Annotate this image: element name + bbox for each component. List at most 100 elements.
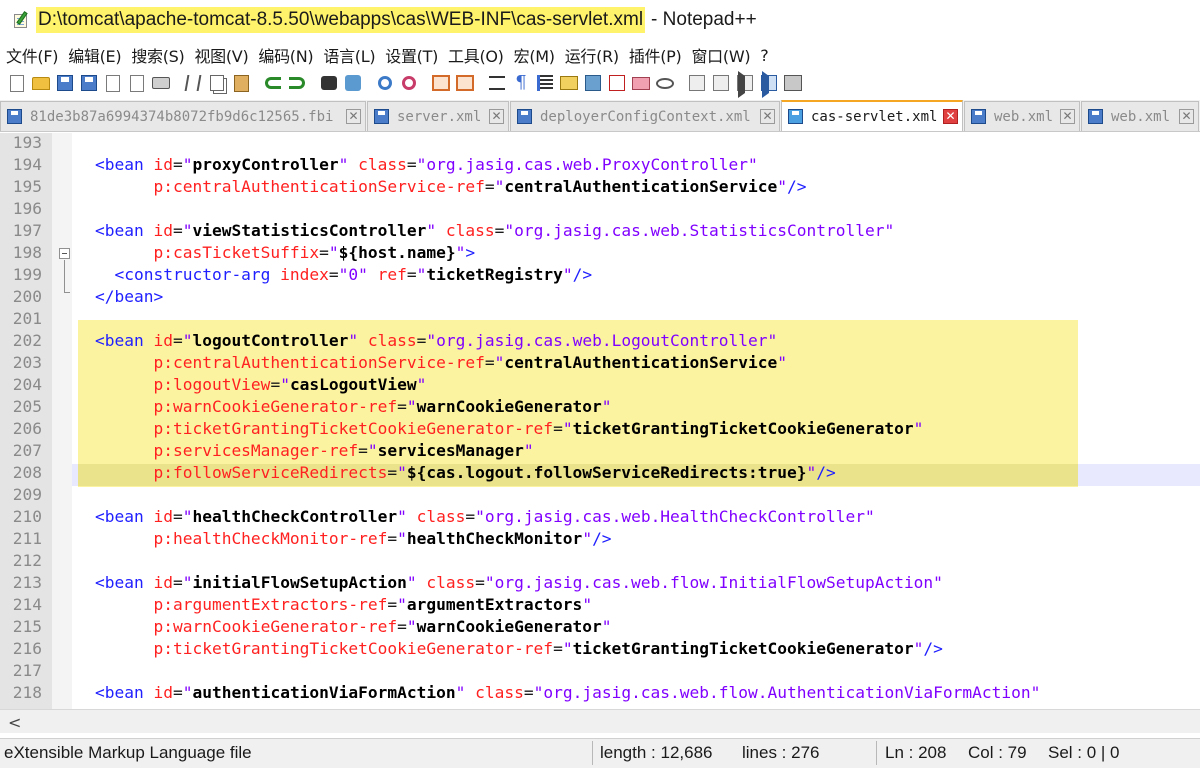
document-tab[interactable]: web.xml ✕ (964, 101, 1080, 131)
code-line[interactable]: 207 p:servicesManager-ref="servicesManag… (0, 440, 1200, 462)
stop-record-icon[interactable] (710, 72, 732, 94)
menu-item[interactable]: 宏(M) (509, 43, 560, 67)
menu-item[interactable]: 运行(R) (560, 43, 624, 67)
code-token: = (397, 617, 407, 636)
horizontal-scrollbar[interactable]: < (0, 709, 1200, 733)
zoom-in-icon[interactable] (374, 72, 396, 94)
close-all-icon[interactable] (126, 72, 148, 94)
copy-icon[interactable] (206, 72, 228, 94)
new-file-icon[interactable] (6, 72, 28, 94)
close-tab-icon[interactable]: ✕ (760, 109, 775, 124)
zoom-out-icon[interactable] (398, 72, 420, 94)
open-file-icon[interactable] (30, 72, 52, 94)
code-line[interactable]: 210 <bean id="healthCheckController" clas… (0, 506, 1200, 528)
code-token: class (358, 155, 407, 174)
redo-icon[interactable] (286, 72, 308, 94)
playback-icon[interactable] (734, 72, 756, 94)
code-line[interactable]: 204 p:logoutView="casLogoutView" (0, 374, 1200, 396)
code-line[interactable]: 209 (0, 484, 1200, 506)
undo-icon[interactable] (262, 72, 284, 94)
code-line[interactable]: 217 (0, 660, 1200, 682)
code-line[interactable]: 199 <constructor-arg index="0" ref="tick… (0, 264, 1200, 286)
save-all-icon[interactable] (78, 72, 100, 94)
line-number: 213 (12, 573, 42, 592)
close-tab-icon[interactable]: ✕ (489, 109, 504, 124)
code-line[interactable]: 196 (0, 198, 1200, 220)
menu-item[interactable]: 插件(P) (624, 43, 687, 67)
code-token: = (553, 419, 563, 438)
word-wrap-icon[interactable] (486, 72, 508, 94)
print-icon[interactable] (150, 72, 172, 94)
find-icon[interactable] (318, 72, 340, 94)
cut-icon[interactable] (182, 72, 204, 94)
record-macro-icon[interactable] (686, 72, 708, 94)
sync-vertical-icon[interactable] (430, 72, 452, 94)
code-editor[interactable]: 193 194 <bean id="proxyController" class="… (0, 133, 1200, 709)
code-line[interactable]: 213 <bean id="initialFlowSetupAction" cla… (0, 572, 1200, 594)
line-number: 204 (12, 375, 42, 394)
monitoring-icon[interactable] (654, 72, 676, 94)
replace-icon[interactable] (342, 72, 364, 94)
code-line[interactable]: 212 (0, 550, 1200, 572)
indent-guide-icon[interactable] (534, 72, 556, 94)
code-line[interactable]: 218 <bean id="authenticationViaFormAction… (0, 682, 1200, 704)
document-tab[interactable]: 81de3b87a6994374b8072fb9d6c12565.fbi ✕ (0, 101, 366, 131)
code-line[interactable]: 202 <bean id="logoutController" class="or… (0, 330, 1200, 352)
close-tab-icon[interactable]: ✕ (346, 109, 361, 124)
code-line[interactable]: 211 p:healthCheckMonitor-ref="healthChec… (0, 528, 1200, 550)
document-map-icon[interactable] (582, 72, 604, 94)
code-line[interactable]: 208 p:followServiceRedirects="${cas.logo… (0, 462, 1200, 484)
menu-item[interactable]: 搜索(S) (126, 43, 189, 67)
code-line[interactable]: 205 p:warnCookieGenerator-ref="warnCooki… (0, 396, 1200, 418)
menu-item[interactable]: ? (755, 46, 773, 65)
save-state-icon (7, 109, 22, 124)
code-line[interactable]: 194 <bean id="proxyController" class="org… (0, 154, 1200, 176)
code-token: id (153, 683, 173, 702)
scroll-left-arrow-icon[interactable]: < (8, 713, 21, 732)
document-tab[interactable]: cas-servlet.xml ✕ (781, 100, 963, 131)
menu-item[interactable]: 文件(F) (0, 43, 63, 67)
code-text: <bean id="authenticationViaFormAction" c… (95, 682, 1040, 704)
line-number: 212 (12, 551, 42, 570)
code-line[interactable]: 215 p:warnCookieGenerator-ref="warnCooki… (0, 616, 1200, 638)
menu-item[interactable]: 设置(T) (380, 43, 443, 67)
code-line[interactable]: 198 p:casTicketSuffix="${host.name}"> (0, 242, 1200, 264)
code-token: p:ticketGrantingTicketCookieGenerator-re… (95, 639, 554, 658)
folder-as-workspace-icon[interactable] (630, 72, 652, 94)
menu-item[interactable]: 编码(N) (253, 43, 318, 67)
document-tab[interactable]: server.xml ✕ (367, 101, 509, 131)
save-icon[interactable] (54, 72, 76, 94)
code-line[interactable]: 193 (0, 133, 1200, 154)
menu-item[interactable]: 窗口(W) (686, 43, 755, 67)
document-tab-bar: 81de3b87a6994374b8072fb9d6c12565.fbi ✕ ser… (0, 100, 1200, 132)
code-line[interactable]: 214 p:argumentExtractors-ref="argumentEx… (0, 594, 1200, 616)
menu-item[interactable]: 视图(V) (189, 43, 253, 67)
run-macro-multiple-icon[interactable] (758, 72, 780, 94)
close-tab-icon[interactable]: ✕ (943, 109, 958, 124)
code-line[interactable]: 203 p:centralAuthenticationService-ref="… (0, 352, 1200, 374)
menu-item[interactable]: 工具(O) (443, 43, 509, 67)
user-language-icon[interactable] (558, 72, 580, 94)
document-tab[interactable]: web.xml ✕ (1081, 101, 1199, 131)
code-line[interactable]: 197 <bean id="viewStatisticsController" c… (0, 220, 1200, 242)
menu-item[interactable]: 语言(L) (318, 43, 380, 67)
code-token: p:healthCheckMonitor-ref (95, 529, 388, 548)
code-line[interactable]: 206 p:ticketGrantingTicketCookieGenerato… (0, 418, 1200, 440)
code-line[interactable]: 201 (0, 308, 1200, 330)
save-macro-icon[interactable] (782, 72, 804, 94)
paste-icon[interactable] (230, 72, 252, 94)
document-tab[interactable]: deployerConfigContext.xml ✕ (510, 101, 780, 131)
function-list-icon[interactable] (606, 72, 628, 94)
code-text: p:healthCheckMonitor-ref="healthCheckMon… (95, 528, 611, 550)
close-tab-icon[interactable]: ✕ (1179, 109, 1194, 124)
code-line[interactable]: 200 </bean> (0, 286, 1200, 308)
close-icon[interactable] (102, 72, 124, 94)
code-line[interactable]: 216 p:ticketGrantingTicketCookieGenerato… (0, 638, 1200, 660)
code-text: <bean id="proxyController" class="org.ja… (95, 154, 758, 176)
code-line[interactable]: 195 p:centralAuthenticationService-ref="… (0, 176, 1200, 198)
sync-horizontal-icon[interactable] (454, 72, 476, 94)
menu-item[interactable]: 编辑(E) (63, 43, 126, 67)
line-number: 201 (12, 309, 42, 328)
show-all-chars-icon[interactable]: ¶ (510, 72, 532, 94)
close-tab-icon[interactable]: ✕ (1060, 109, 1075, 124)
